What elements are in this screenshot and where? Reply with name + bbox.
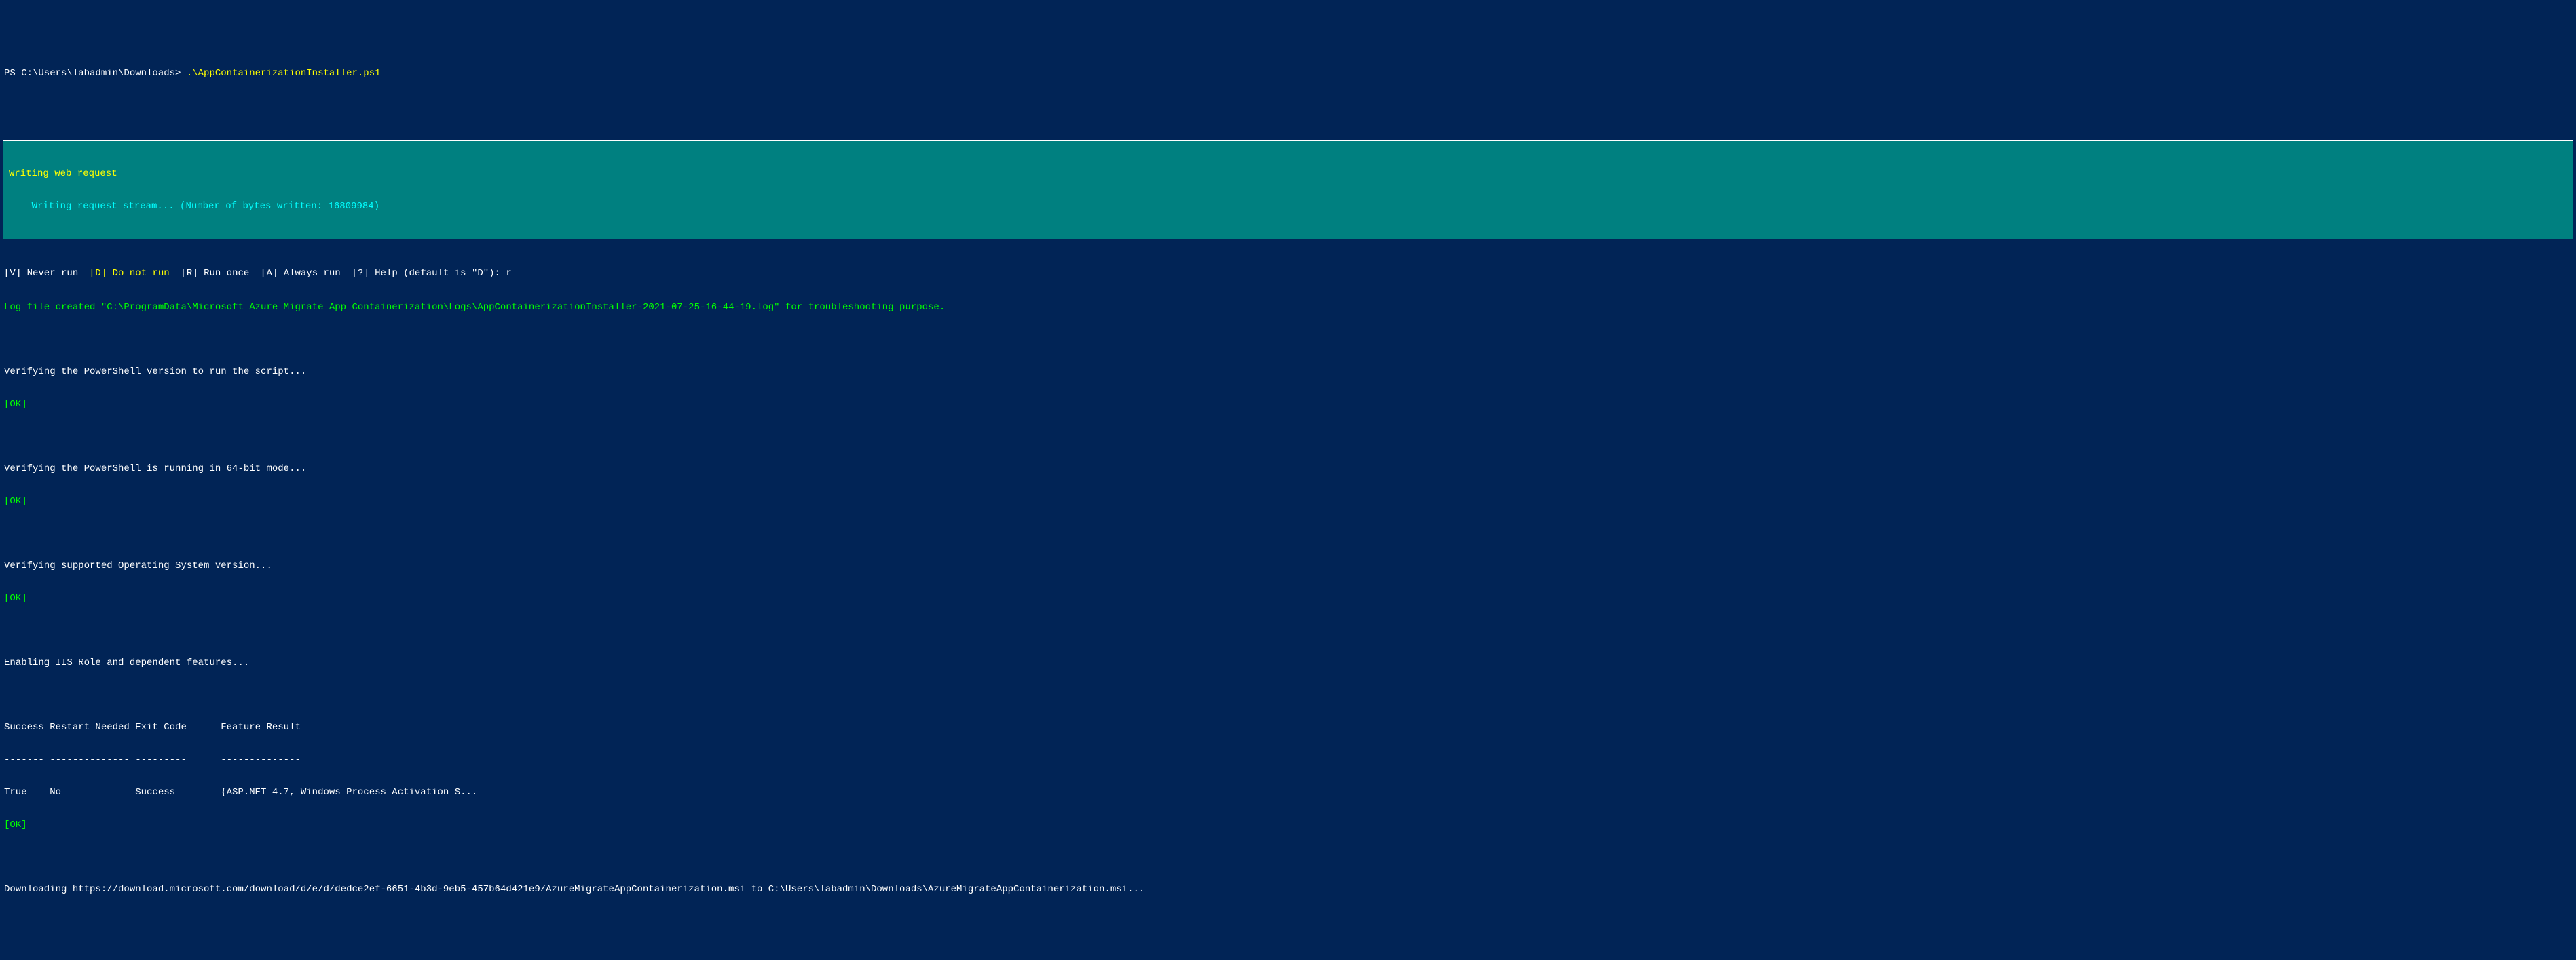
blank-line — [0, 103, 2576, 113]
prompt-path: PS C:\Users\labadmin\Downloads> — [4, 68, 187, 79]
powershell-terminal[interactable]: PS C:\Users\labadmin\Downloads> .\AppCon… — [0, 43, 2576, 906]
progress-detail: Writing request stream... (Number of byt… — [9, 201, 2567, 212]
blank-line — [0, 852, 2576, 862]
choice-run-once: [R] Run once — [181, 268, 261, 279]
verify-powershell-version: Verifying the PowerShell version to run … — [0, 366, 2576, 377]
blank-line — [0, 529, 2576, 539]
prompt-line: PS C:\Users\labadmin\Downloads> .\AppCon… — [0, 65, 2576, 81]
iis-enable-message: Enabling IIS Role and dependent features… — [0, 657, 2576, 668]
choice-do-not-run: Do not run — [113, 268, 181, 279]
blank-line — [0, 334, 2576, 345]
ok-status: [OK] — [4, 399, 27, 410]
ok-status: [OK] — [4, 820, 27, 830]
table-row: True No Success {ASP.NET 4.7, Windows Pr… — [0, 787, 2576, 798]
progress-box: Writing web request Writing request stre… — [3, 140, 2573, 239]
command-text: .\AppContainerizationInstaller.ps1 — [187, 68, 381, 79]
choice-always-run: [A] Always run — [261, 268, 352, 279]
ok-status: [OK] — [4, 496, 27, 507]
run-choice-prompt: [V] Never run [D] Do not run [R] Run onc… — [0, 267, 2576, 280]
download-message: Downloading https://download.microsoft.c… — [0, 884, 2576, 895]
choice-never-run: [V] Never run — [4, 268, 90, 279]
blank-line — [0, 690, 2576, 700]
log-message: Log file created "C:\ProgramData\Microso… — [4, 302, 945, 313]
ok-status: [OK] — [4, 593, 27, 604]
verify-os-version: Verifying supported Operating System ver… — [0, 560, 2576, 571]
blank-line — [0, 626, 2576, 636]
table-divider: ------- -------------- --------- -------… — [0, 754, 2576, 765]
choice-help: [?] Help (default is "D"): — [352, 268, 506, 279]
blank-line — [0, 431, 2576, 442]
table-header: Success Restart Needed Exit Code Feature… — [0, 722, 2576, 733]
verify-64bit-mode: Verifying the PowerShell is running in 6… — [0, 463, 2576, 474]
choice-d-bracket: [D] — [90, 268, 113, 279]
choice-input[interactable]: r — [506, 268, 511, 279]
progress-title: Writing web request — [9, 168, 2567, 179]
